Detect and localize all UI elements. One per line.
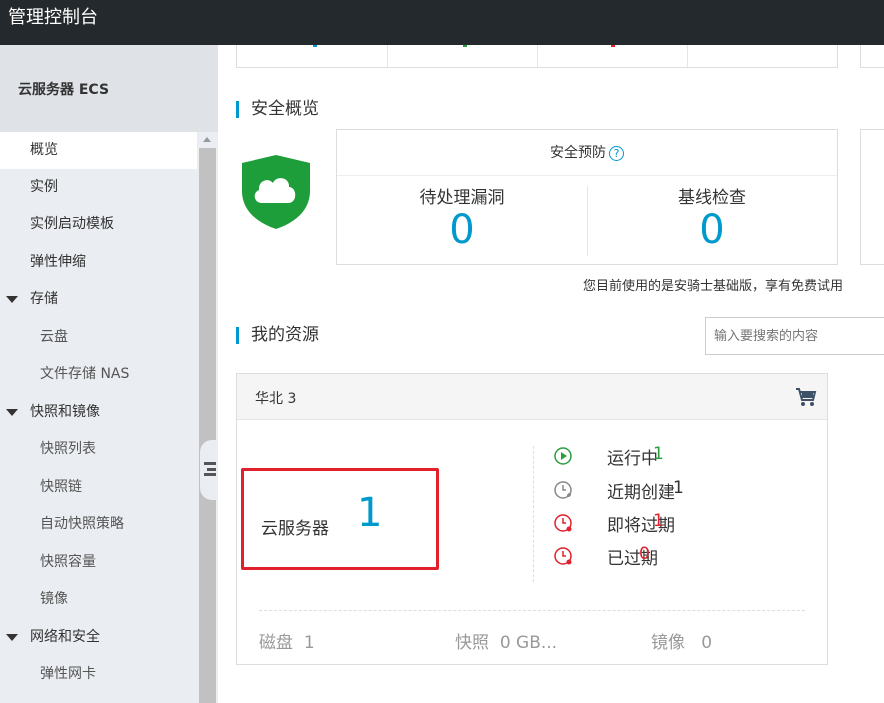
metric-value[interactable]: 0	[587, 208, 837, 252]
status-label: 即将过期	[607, 516, 675, 536]
metric-baseline-check[interactable]: 基线检查 0	[587, 176, 837, 264]
summary-card-partial-2	[860, 45, 884, 68]
footer-value[interactable]: 0	[701, 633, 712, 653]
summary-mark	[313, 45, 317, 47]
footer-images[interactable]: 镜像 0	[651, 628, 712, 653]
sidebar-item-eni[interactable]: 弹性网卡	[0, 656, 197, 693]
sidebar-item-snapshot-chain[interactable]: 快照链	[0, 469, 197, 506]
region-card-header: 华北 3	[237, 374, 827, 420]
sidebar-item-label: 自动快照策略	[40, 516, 124, 532]
main-content: 安全概览 安全预防? 待处理漏洞 0 基线检查 0 您目前使用的是安骑士基础版，…	[218, 45, 884, 703]
divider	[533, 446, 534, 582]
sidebar-item-label: 镜像	[40, 591, 68, 607]
footer-disks[interactable]: 磁盘 1	[259, 628, 315, 653]
sidebar-item-auto-scaling[interactable]: 弹性伸缩	[0, 244, 197, 281]
resource-search-input[interactable]	[705, 317, 884, 355]
region-name: 华北 3	[255, 391, 297, 407]
sidebar-item-label: 弹性网卡	[40, 666, 96, 682]
sidebar-header: 云服务器 ECS	[0, 45, 218, 132]
sidebar-group-snapshots-images[interactable]: 快照和镜像	[0, 394, 197, 431]
sidebar-item-label: 快照列表	[40, 441, 96, 457]
footer-value[interactable]: 1	[304, 633, 315, 653]
sidebar-item-label: 概览	[30, 142, 58, 158]
security-overview-title: 安全概览	[236, 101, 319, 118]
metric-label: 待处理漏洞	[419, 188, 505, 208]
scroll-up-arrow[interactable]	[199, 132, 216, 148]
server-count[interactable]: 1	[357, 490, 382, 536]
footer-label: 快照	[455, 633, 489, 653]
sidebar-item-label: 弹性伸缩	[30, 254, 86, 270]
console-title[interactable]: 管理控制台	[8, 3, 98, 29]
divider	[259, 610, 805, 611]
sidebar-item-label: 网络和安全	[30, 629, 100, 645]
status-value[interactable]: 1	[653, 511, 664, 531]
metric-pending-vulnerabilities[interactable]: 待处理漏洞 0	[337, 176, 587, 264]
sidebar-group-storage[interactable]: 存储	[0, 281, 197, 318]
sidebar-item-launch-templates[interactable]: 实例启动模板	[0, 206, 197, 243]
my-resources-title: 我的资源	[236, 327, 319, 344]
sidebar-item-snapshot-capacity[interactable]: 快照容量	[0, 544, 197, 581]
clock-expired-icon	[554, 547, 572, 565]
caret-down-icon	[6, 296, 18, 303]
cart-icon[interactable]	[795, 387, 817, 407]
sidebar-item-label: 存储	[30, 291, 58, 307]
sidebar-item-label: 文件存储 NAS	[40, 366, 130, 382]
status-label: 近期创建	[607, 483, 675, 503]
sidebar-item-label: 快照和镜像	[30, 404, 100, 420]
metric-value[interactable]: 0	[337, 208, 587, 252]
sidebar-item-overview[interactable]: 概览	[0, 132, 197, 169]
top-bar: 管理控制台	[0, 0, 884, 45]
clock-alert-icon	[554, 514, 572, 532]
summary-mark	[463, 45, 467, 47]
footer-value[interactable]: 0 GB...	[500, 633, 557, 653]
footer-label: 磁盘	[259, 633, 293, 653]
status-label: 运行中	[607, 449, 658, 469]
sidebar-item-images[interactable]: 镜像	[0, 581, 197, 618]
product-name: 云服务器 ECS	[18, 82, 110, 98]
sidebar-item-label: 实例	[30, 179, 58, 195]
security-prevention-card: 安全预防? 待处理漏洞 0 基线检查 0	[336, 129, 838, 265]
status-value[interactable]: 1	[673, 478, 684, 498]
status-label: 已过期	[607, 549, 658, 569]
divider	[537, 45, 538, 67]
shield-cloud-icon	[242, 155, 310, 229]
metric-label: 基线检查	[678, 188, 746, 208]
footer-label: 镜像	[651, 633, 685, 653]
security-card-title: 安全预防	[550, 145, 606, 161]
help-icon[interactable]: ?	[609, 145, 624, 161]
divider	[687, 45, 688, 67]
sidebar-item-label: 实例启动模板	[30, 216, 114, 232]
sidebar-item-label: 云盘	[40, 329, 68, 345]
sidebar-item-disks[interactable]: 云盘	[0, 319, 197, 356]
sidebar-item-instances[interactable]: 实例	[0, 169, 197, 206]
security-card-partial	[860, 129, 884, 265]
sidebar: 云服务器 ECS 概览 实例 实例启动模板 弹性伸缩 存储 云盘 文件存储 NA…	[0, 45, 218, 703]
security-card-header: 安全预防?	[337, 130, 837, 176]
clock-plus-icon	[554, 481, 572, 499]
divider	[387, 45, 388, 67]
caret-down-icon	[6, 634, 18, 641]
sidebar-item-label: 快照容量	[40, 554, 96, 570]
footer-snapshots[interactable]: 快照 0 GB...	[455, 628, 557, 653]
play-circle-icon	[554, 447, 572, 465]
summary-card-partial	[236, 45, 838, 68]
sidebar-scrollbar-thumb[interactable]	[199, 148, 216, 703]
region-resource-card: 华北 3 云服务器 1 运行中 1 近期创建 1 即将过期 1 已过期 0 磁盘…	[236, 373, 828, 665]
status-value[interactable]: 1	[653, 444, 664, 464]
sidebar-item-auto-snapshot-policy[interactable]: 自动快照策略	[0, 506, 197, 543]
security-edition-notice: 您目前使用的是安骑士基础版，享有免费试用	[583, 279, 844, 294]
sidebar-group-network-security[interactable]: 网络和安全	[0, 619, 197, 656]
status-value[interactable]: 0	[639, 544, 650, 564]
server-label[interactable]: 云服务器	[261, 514, 329, 539]
sidebar-item-snapshot-list[interactable]: 快照列表	[0, 431, 197, 468]
collapse-icon	[204, 462, 216, 476]
caret-down-icon	[6, 409, 18, 416]
summary-mark	[611, 45, 615, 47]
sidebar-collapse-handle[interactable]	[200, 440, 218, 500]
sidebar-item-label: 快照链	[40, 479, 82, 495]
sidebar-item-nas[interactable]: 文件存储 NAS	[0, 356, 197, 393]
